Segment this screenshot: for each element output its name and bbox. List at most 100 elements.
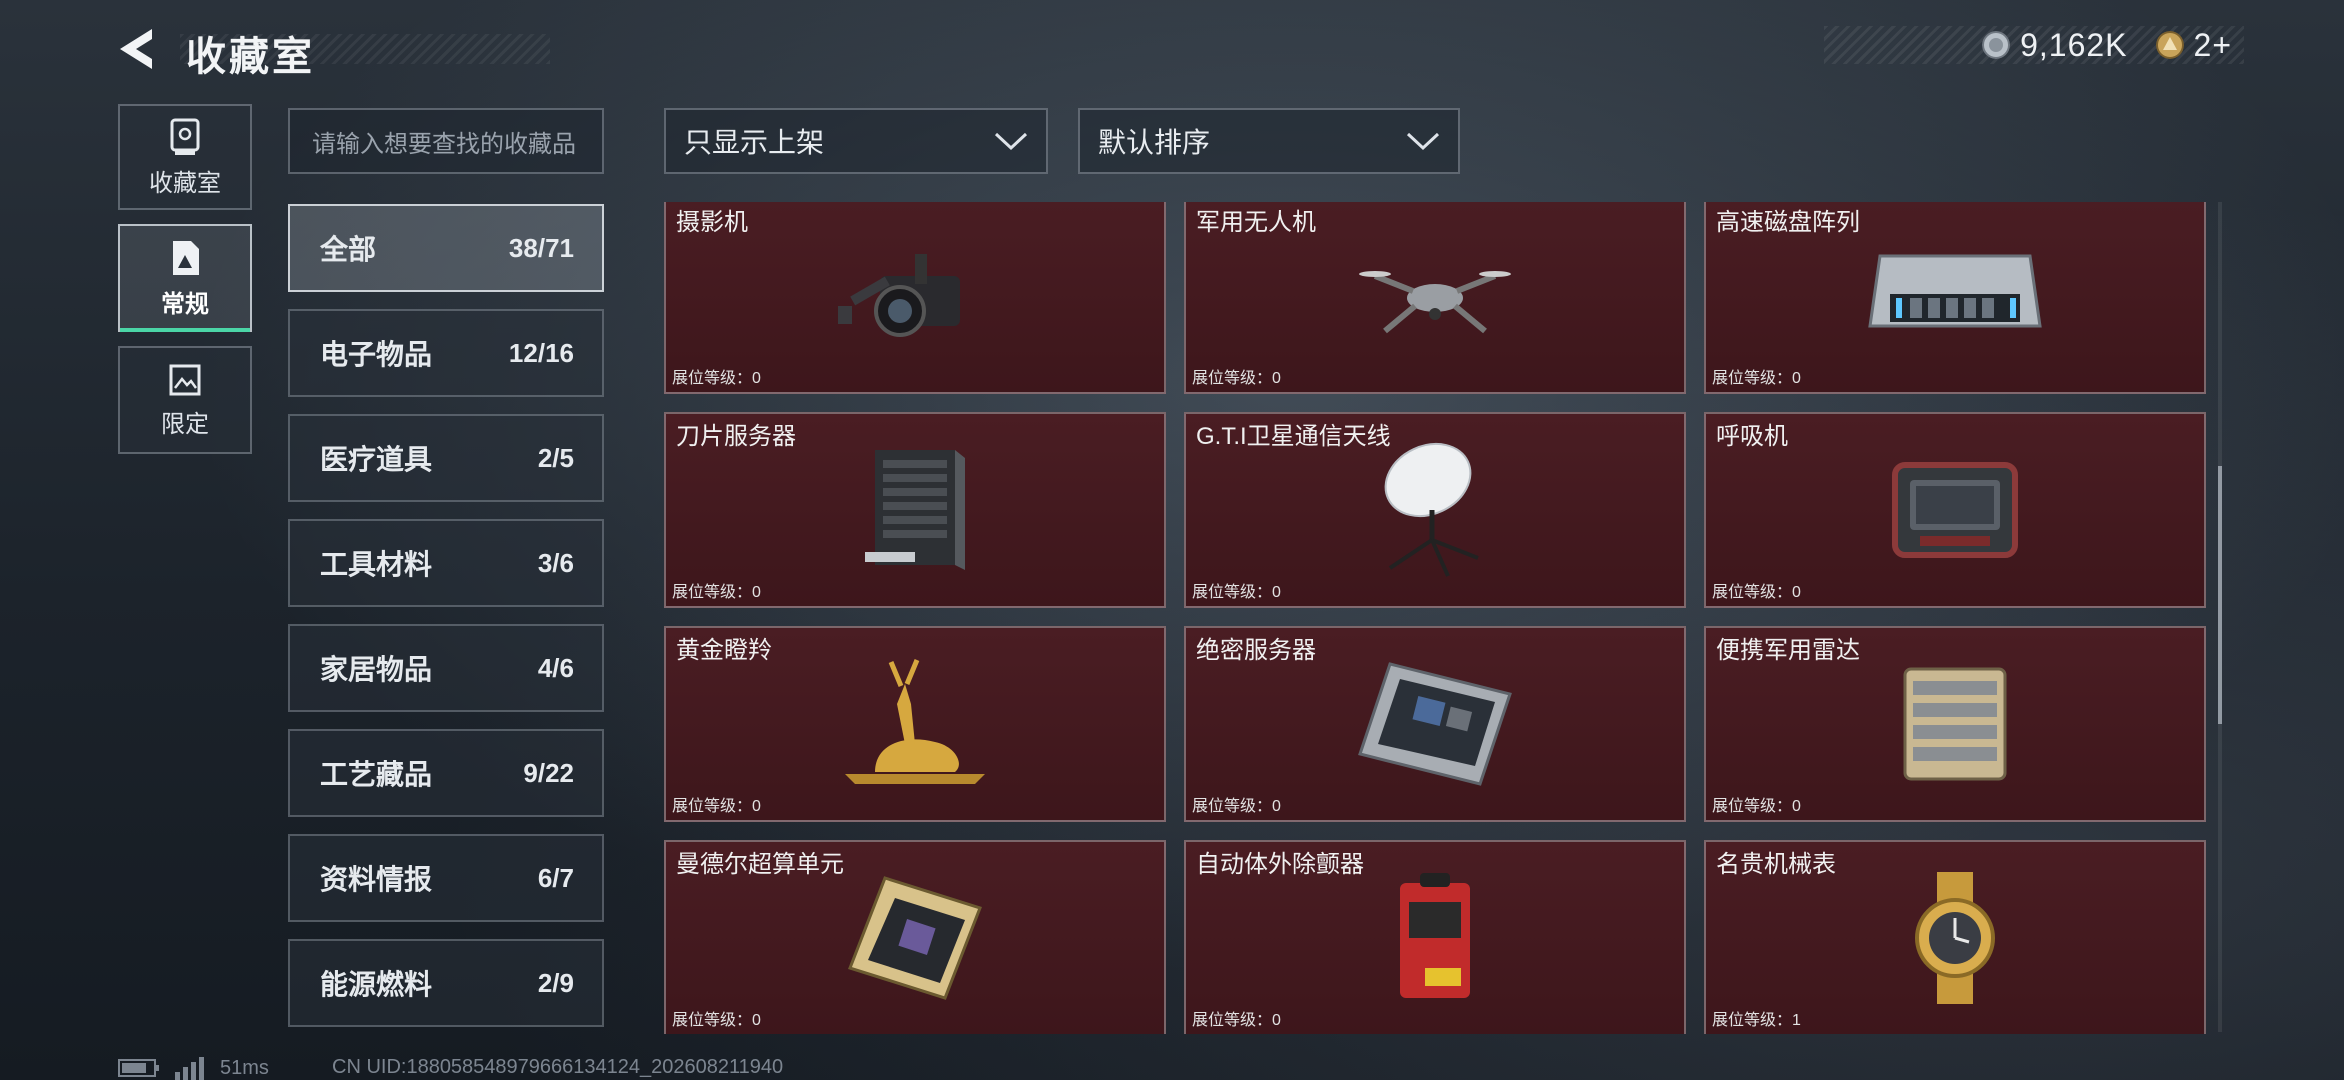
item-card[interactable]: G.T.I卫星通信天线 展位等级：0 [1184, 412, 1686, 608]
category-label: 工具材料 [320, 549, 433, 580]
chevron-down-icon [994, 132, 1028, 151]
category-fuel[interactable]: 能源燃料 2/9 [288, 939, 604, 1027]
item-card[interactable]: 便携军用雷达 展位等级：0 [1704, 626, 2206, 822]
satellite-dish-icon [1384, 443, 1479, 577]
tab-limited[interactable]: 限定 [118, 346, 252, 454]
silver-coin-icon [1982, 31, 2011, 59]
category-count: 12/16 [508, 337, 574, 368]
item-card[interactable]: 自动体外除颤器 展位等级：0 [1184, 840, 1686, 1034]
category-label: 工艺藏品 [320, 759, 433, 790]
secret-server-icon [1358, 662, 1512, 786]
page-title: 收藏室 [186, 35, 315, 79]
category-label: 医疗道具 [320, 444, 433, 475]
battery-icon [118, 1059, 159, 1077]
category-tools[interactable]: 工具材料 3/6 [288, 519, 604, 607]
category-crafts[interactable]: 工艺藏品 9/22 [288, 729, 604, 817]
item-level: 展位等级：0 [1712, 584, 1801, 601]
tab-regular[interactable]: 常规 [118, 224, 252, 332]
status-bar: 51ms [118, 1056, 269, 1080]
item-name: 绝密服务器 [1196, 637, 1316, 664]
item-level: 展位等级：0 [1192, 370, 1281, 387]
item-card[interactable]: 摄影机 展位等级：0 [664, 202, 1166, 394]
item-card[interactable]: 高速磁盘阵列 展位等级：0 [1704, 202, 2206, 394]
item-name: 曼德尔超算单元 [676, 851, 844, 878]
ping-value: 51ms [220, 1056, 269, 1079]
sort-dropdown[interactable]: 默认排序 [1078, 108, 1460, 174]
category-count: 2/9 [537, 967, 574, 998]
currency-amount: 9,162K [2020, 26, 2128, 63]
uid-text: CN UID:1880585489796661341​24_2026082119… [332, 1056, 784, 1078]
chevron-down-icon [1406, 132, 1440, 151]
category-household[interactable]: 家居物品 4/6 [288, 624, 604, 712]
defibrillator-icon [1400, 873, 1470, 998]
item-level: 展位等级：0 [672, 584, 761, 601]
item-level: 展位等级：1 [1712, 1012, 1801, 1029]
item-name: 军用无人机 [1196, 209, 1316, 236]
drone-icon [1359, 271, 1511, 334]
tab-label: 收藏室 [149, 169, 221, 197]
disk-array-icon [1868, 254, 2042, 328]
item-name: 摄影机 [676, 209, 748, 236]
blade-server-icon [865, 450, 965, 570]
vault-icon [170, 118, 200, 155]
item-card[interactable]: 刀片服务器 展位等级：0 [664, 412, 1166, 608]
tab-label: 常规 [161, 290, 209, 318]
category-medical[interactable]: 医疗道具 2/5 [288, 414, 604, 502]
item-name: 便携军用雷达 [1716, 637, 1860, 664]
item-level: 展位等级：0 [1712, 798, 1801, 815]
item-name: 刀片服务器 [676, 423, 796, 450]
category-label: 全部 [320, 234, 377, 265]
category-electronics[interactable]: 电子物品 12/16 [288, 309, 604, 397]
category-intel[interactable]: 资料情报 6/7 [288, 834, 604, 922]
gold-token-icon [2155, 31, 2184, 59]
item-level: 展位等级：0 [1192, 1012, 1281, 1029]
item-card[interactable]: 呼吸机 展位等级：0 [1704, 412, 2206, 608]
luxury-watch-icon [1915, 872, 1995, 1004]
item-name: 名贵机械表 [1716, 851, 1836, 878]
category-all[interactable]: 全部 38/71 [288, 204, 604, 292]
item-name: 黄金瞪羚 [676, 637, 772, 664]
item-level: 展位等级：0 [672, 798, 761, 815]
item-name: 高速磁盘阵列 [1716, 209, 1860, 236]
category-count: 3/6 [537, 547, 574, 578]
ventilator-icon [1892, 462, 2018, 558]
gold-gazelle-icon [845, 659, 985, 784]
category-label: 资料情报 [320, 864, 433, 895]
item-grid: 摄影机 展位等级：0 军用无人机 展位等级：0 高速磁盘阵列 展位等级：0 刀片… [664, 202, 2206, 1034]
category-count: 2/5 [537, 442, 574, 473]
dropdown-value: 默认排序 [1098, 127, 1211, 158]
search-input[interactable]: 请输入想要查找的收藏品 [288, 108, 604, 174]
currency-bar: 9,162K 2+ [1824, 26, 2244, 64]
item-name: G.T.I卫星通信天线 [1196, 423, 1391, 450]
category-count: 9/22 [523, 757, 574, 788]
back-button[interactable] [114, 26, 162, 72]
picture-icon [169, 364, 201, 395]
portable-radar-icon [1903, 667, 2007, 781]
item-card[interactable]: 名贵机械表 展位等级：1 [1704, 840, 2206, 1034]
item-card[interactable]: 绝密服务器 展位等级：0 [1184, 626, 1686, 822]
category-label: 家居物品 [320, 654, 433, 685]
active-tab-indicator [120, 328, 250, 332]
category-label: 电子物品 [320, 339, 433, 370]
item-level: 展位等级：0 [1192, 584, 1281, 601]
item-level: 展位等级：0 [672, 1012, 761, 1029]
category-count: 4/6 [537, 652, 574, 683]
category-count: 6/7 [537, 862, 574, 893]
token-amount: 2+ [2193, 26, 2232, 63]
document-icon [173, 240, 199, 275]
tab-label: 限定 [161, 410, 209, 438]
category-label: 能源燃料 [320, 969, 433, 1000]
item-card[interactable]: 黄金瞪羚 展位等级：0 [664, 626, 1166, 822]
dropdown-value: 只显示上架 [684, 127, 825, 158]
item-level: 展位等级：0 [1192, 798, 1281, 815]
camera-icon [838, 254, 960, 337]
item-card[interactable]: 军用无人机 展位等级：0 [1184, 202, 1686, 394]
shelf-filter-dropdown[interactable]: 只显示上架 [664, 108, 1048, 174]
scrollbar-thumb[interactable] [2218, 466, 2222, 724]
tab-collection-room[interactable]: 收藏室 [118, 104, 252, 210]
item-name: 自动体外除颤器 [1196, 851, 1364, 878]
item-level: 展位等级：0 [1712, 370, 1801, 387]
item-card[interactable]: 曼德尔超算单元 展位等级：0 [664, 840, 1166, 1034]
signal-icon [175, 1057, 204, 1080]
supercomputer-unit-icon [848, 876, 982, 1000]
